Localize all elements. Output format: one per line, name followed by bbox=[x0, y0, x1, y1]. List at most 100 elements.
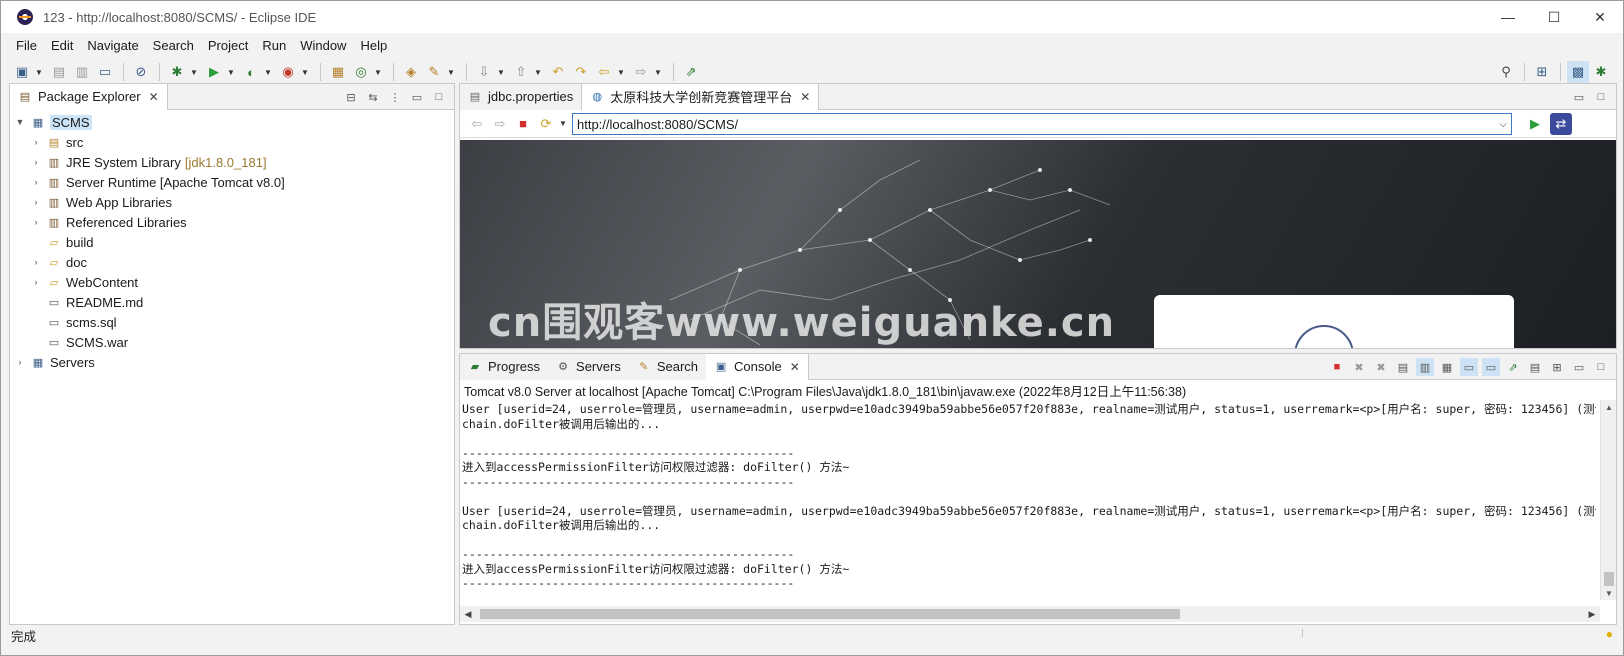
chevron-right-icon[interactable]: › bbox=[30, 137, 42, 147]
open-external-browser-icon[interactable]: ⇄ bbox=[1550, 113, 1572, 135]
terminate-icon[interactable]: ■ bbox=[1328, 358, 1346, 376]
browser-refresh-icon[interactable]: ⟳ bbox=[535, 113, 557, 135]
show-on-stdout-icon[interactable]: ▭ bbox=[1460, 358, 1478, 376]
tree-item[interactable]: › ▱ doc bbox=[10, 252, 454, 272]
terminal-icon[interactable]: ▭ bbox=[94, 61, 116, 83]
coverage-dropdown-icon[interactable]: ▼ bbox=[263, 68, 273, 77]
tab-progress[interactable]: ▰ Progress bbox=[460, 353, 549, 380]
scroll-left-icon[interactable]: ◀ bbox=[460, 606, 476, 622]
java-ee-perspective-icon[interactable]: ▩ bbox=[1567, 61, 1589, 83]
save-all-icon[interactable]: ▥ bbox=[71, 61, 93, 83]
chevron-right-icon[interactable]: › bbox=[30, 257, 42, 267]
tab-search[interactable]: ✎ Search bbox=[628, 353, 707, 380]
remove-launch-icon[interactable]: ✖ bbox=[1350, 358, 1368, 376]
chevron-right-icon[interactable]: › bbox=[30, 277, 42, 287]
clear-console-icon[interactable]: ▤ bbox=[1394, 358, 1412, 376]
console-vertical-scrollbar[interactable]: ▲ ▼ bbox=[1600, 400, 1616, 600]
scroll-down-icon[interactable]: ▼ bbox=[1601, 586, 1617, 600]
next-annotation-dropdown-icon[interactable]: ▼ bbox=[496, 68, 506, 77]
browser-stop-icon[interactable]: ■ bbox=[512, 113, 534, 135]
tree-item[interactable]: ▭ README.md bbox=[10, 292, 454, 312]
tree-item[interactable]: › ▥ JRE System Library [jdk1.8.0_181] bbox=[10, 152, 454, 172]
minimize-view-icon[interactable]: ▭ bbox=[1570, 88, 1588, 106]
browser-forward-icon[interactable]: ⇨ bbox=[489, 113, 511, 135]
pin-console-icon[interactable]: ⇗ bbox=[1504, 358, 1522, 376]
last-edit-icon[interactable]: ↶ bbox=[547, 61, 569, 83]
maximize-button[interactable]: ☐ bbox=[1531, 1, 1577, 33]
debug-dropdown-icon[interactable]: ▼ bbox=[189, 68, 199, 77]
tree-item[interactable]: › ▥ Server Runtime [Apache Tomcat v8.0] bbox=[10, 172, 454, 192]
scroll-right-icon[interactable]: ▶ bbox=[1584, 606, 1600, 622]
debug-perspective-icon[interactable]: ✱ bbox=[1590, 61, 1612, 83]
close-window-button[interactable]: ✕ bbox=[1577, 1, 1623, 33]
open-console-icon[interactable]: ⊞ bbox=[1548, 358, 1566, 376]
scroll-lock-icon[interactable]: ▥ bbox=[1416, 358, 1434, 376]
tree-item[interactable]: ▭ SCMS.war bbox=[10, 332, 454, 352]
tab-console[interactable]: ▣ Console ✕ bbox=[706, 353, 809, 380]
chevron-right-icon[interactable]: › bbox=[30, 157, 42, 167]
show-on-stderr-icon[interactable]: ▭ bbox=[1482, 358, 1500, 376]
open-type-icon[interactable]: ◈ bbox=[400, 61, 422, 83]
scrollbar-thumb[interactable] bbox=[480, 609, 1180, 619]
tip-bulb-icon[interactable]: ● bbox=[1606, 627, 1613, 641]
console-horizontal-scrollbar[interactable]: ◀ ▶ bbox=[460, 606, 1600, 622]
menu-search[interactable]: Search bbox=[146, 38, 201, 53]
tab-servers[interactable]: ⚙ Servers bbox=[548, 353, 629, 380]
run-dropdown-icon[interactable]: ▼ bbox=[226, 68, 236, 77]
chevron-down-icon[interactable]: ▼ bbox=[14, 117, 26, 127]
menu-navigate[interactable]: Navigate bbox=[80, 38, 145, 53]
browser-back-icon[interactable]: ⇦ bbox=[466, 113, 488, 135]
next-annotation-icon[interactable]: ⇩ bbox=[473, 61, 495, 83]
close-icon[interactable]: ✕ bbox=[790, 360, 800, 374]
new-dropdown-icon[interactable]: ▼ bbox=[34, 68, 44, 77]
skip-breakpoints-icon[interactable]: ⊘ bbox=[130, 61, 152, 83]
back-icon[interactable]: ⇦ bbox=[593, 61, 615, 83]
tree-item[interactable]: › ▥ Referenced Libraries bbox=[10, 212, 454, 232]
close-icon[interactable]: ✕ bbox=[800, 90, 810, 104]
tab-browser[interactable]: ◍ 太原科技大学创新竞赛管理平台 ✕ bbox=[582, 83, 820, 110]
go-icon[interactable]: ▶ bbox=[1524, 113, 1546, 135]
search-dropdown-icon[interactable]: ▼ bbox=[446, 68, 456, 77]
tree-item[interactable]: ▼ ▦ SCMS bbox=[10, 112, 454, 132]
maximize-view-icon[interactable]: □ bbox=[430, 88, 448, 106]
search-icon[interactable]: ⚲ bbox=[1495, 61, 1517, 83]
tab-package-explorer[interactable]: ▤ Package Explorer ✕ bbox=[10, 83, 168, 110]
menu-file[interactable]: File bbox=[9, 38, 44, 53]
tree-item[interactable]: › ▥ Web App Libraries bbox=[10, 192, 454, 212]
remove-all-terminated-icon[interactable]: ✖ bbox=[1372, 358, 1390, 376]
run-icon[interactable]: ▶ bbox=[203, 61, 225, 83]
forward-icon[interactable]: ⇨ bbox=[630, 61, 652, 83]
external-tools-dropdown-icon[interactable]: ▼ bbox=[300, 68, 310, 77]
menu-window[interactable]: Window bbox=[293, 38, 353, 53]
prev-annotation-icon[interactable]: ⇧ bbox=[510, 61, 532, 83]
display-console-icon[interactable]: ▤ bbox=[1526, 358, 1544, 376]
tree-item[interactable]: ▱ build bbox=[10, 232, 454, 252]
search-toolbar-icon[interactable]: ✎ bbox=[423, 61, 445, 83]
tab-jdbc-properties[interactable]: ▤ jdbc.properties bbox=[460, 83, 583, 110]
maximize-view-icon[interactable]: □ bbox=[1592, 88, 1610, 106]
close-icon[interactable]: ✕ bbox=[149, 90, 159, 104]
browser-refresh-dropdown-icon[interactable]: ▼ bbox=[558, 119, 568, 128]
tree-item[interactable]: ▭ scms.sql bbox=[10, 312, 454, 332]
tree-item[interactable]: › ▱ WebContent bbox=[10, 272, 454, 292]
menu-project[interactable]: Project bbox=[201, 38, 255, 53]
debug-icon[interactable]: ✱ bbox=[166, 61, 188, 83]
back-dropdown-icon[interactable]: ▼ bbox=[616, 68, 626, 77]
pin-editor-icon[interactable]: ⇗ bbox=[680, 61, 702, 83]
menu-run[interactable]: Run bbox=[255, 38, 293, 53]
url-dropdown-icon[interactable]: ⌵ bbox=[1499, 119, 1507, 130]
new-icon[interactable]: ▣ bbox=[11, 61, 33, 83]
forward-edit-icon[interactable]: ↷ bbox=[570, 61, 592, 83]
minimize-view-icon[interactable]: ▭ bbox=[1570, 358, 1588, 376]
console-output[interactable]: User [userid=24, userrole=管理员, username=… bbox=[462, 402, 1596, 598]
tree-item[interactable]: › ▤ src bbox=[10, 132, 454, 152]
maximize-view-icon[interactable]: □ bbox=[1592, 358, 1610, 376]
new-package-icon[interactable]: ▦ bbox=[327, 61, 349, 83]
url-input[interactable]: http://localhost:8080/SCMS/ ⌵ bbox=[572, 113, 1512, 135]
open-perspective-icon[interactable]: ⊞ bbox=[1531, 61, 1553, 83]
chevron-right-icon[interactable]: › bbox=[30, 217, 42, 227]
minimize-button[interactable]: — bbox=[1485, 1, 1531, 33]
chevron-right-icon[interactable]: › bbox=[14, 357, 26, 367]
link-with-editor-icon[interactable]: ⇆ bbox=[364, 88, 382, 106]
scroll-up-icon[interactable]: ▲ bbox=[1601, 400, 1617, 414]
